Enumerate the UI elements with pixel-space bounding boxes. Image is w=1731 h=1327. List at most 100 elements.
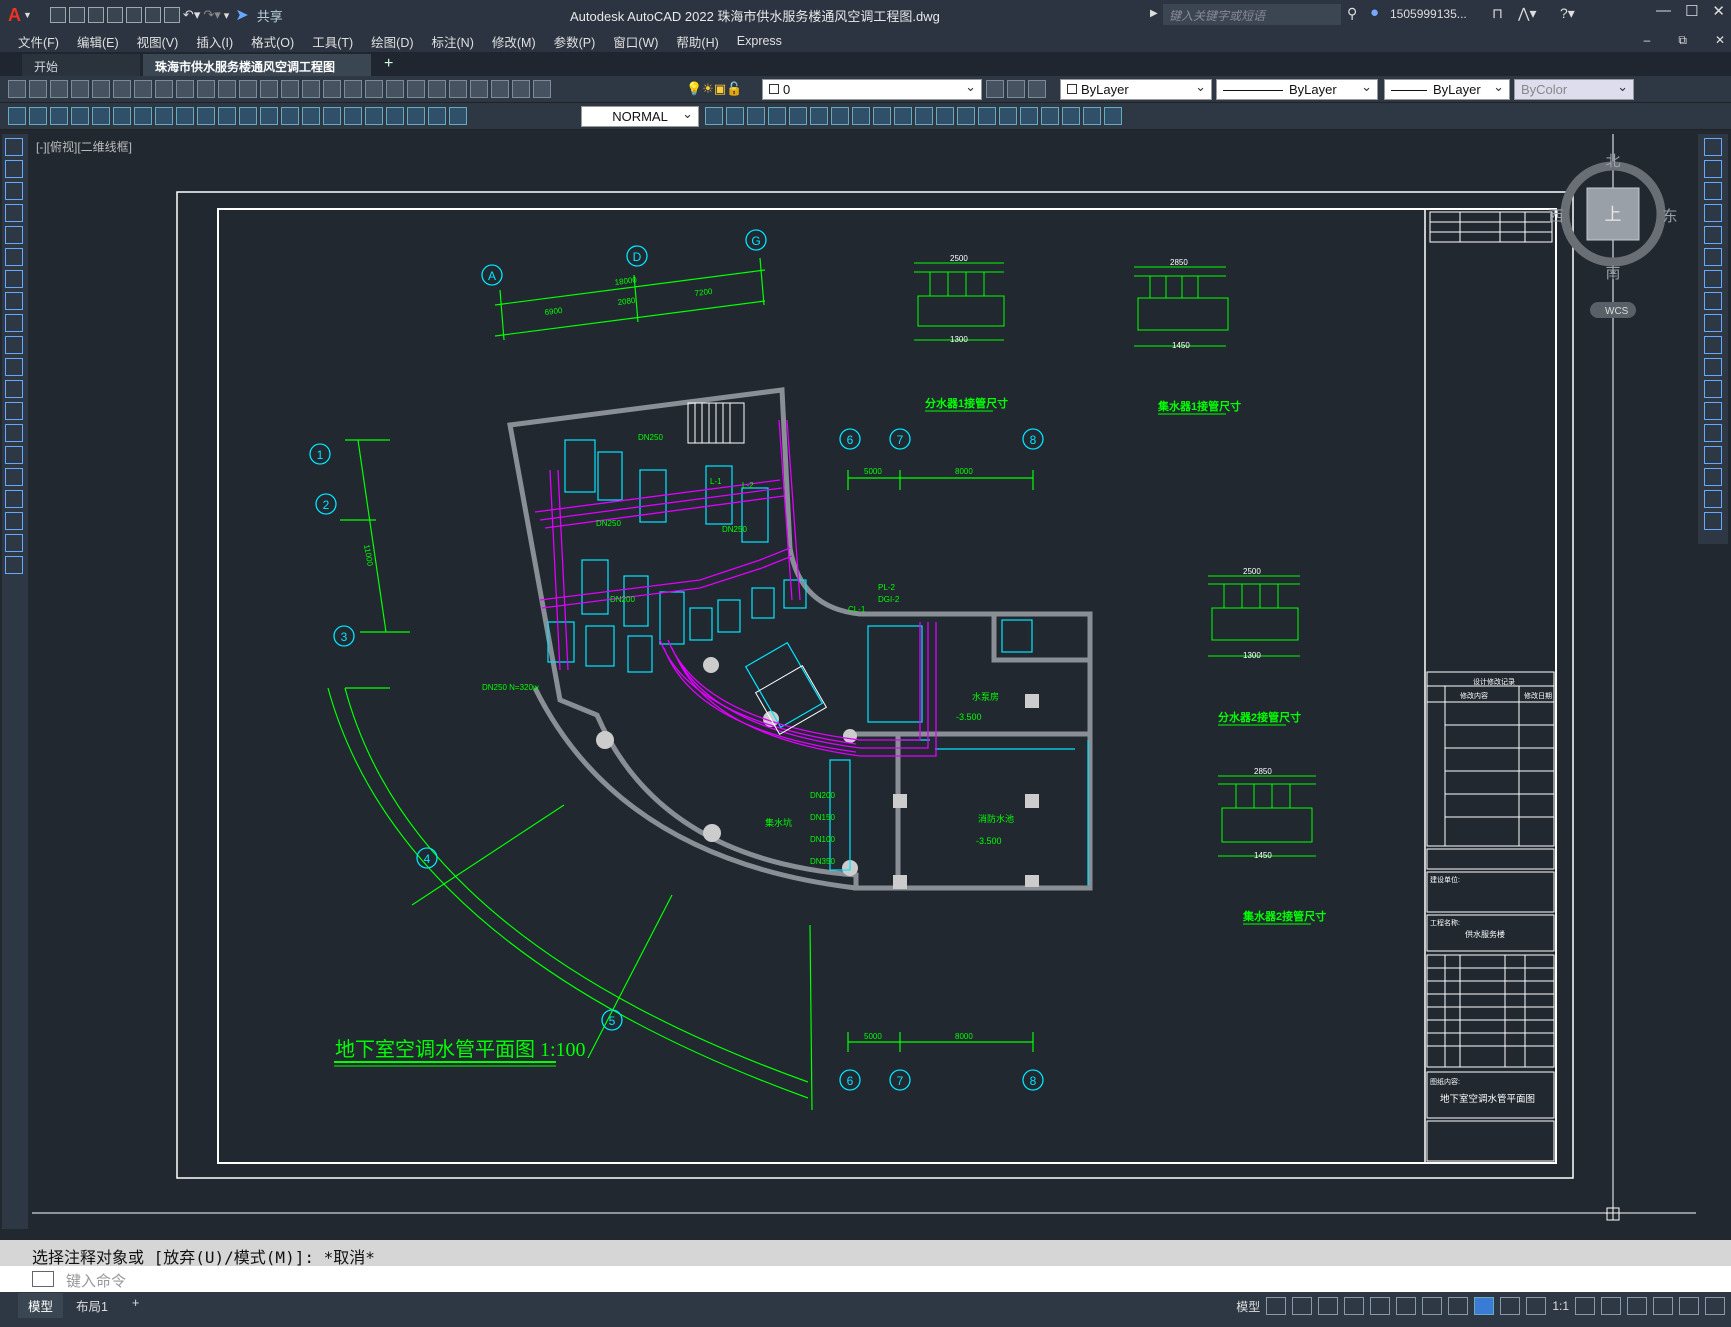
pan-icon[interactable] bbox=[302, 80, 320, 98]
table-icon[interactable] bbox=[5, 512, 23, 530]
dim-baseline-icon[interactable] bbox=[239, 107, 257, 125]
ellipse-arc-icon[interactable] bbox=[5, 358, 23, 376]
auto-scale-icon[interactable] bbox=[1500, 1297, 1521, 1315]
autocad-logo-icon[interactable]: A bbox=[8, 5, 21, 26]
fillet-icon[interactable] bbox=[1020, 107, 1038, 125]
offset-icon[interactable] bbox=[789, 107, 807, 125]
viewcube-north[interactable]: 北 bbox=[1605, 153, 1620, 170]
erase-icon[interactable] bbox=[1704, 138, 1722, 156]
dim-update-icon[interactable] bbox=[8, 107, 26, 125]
plot-icon[interactable] bbox=[163, 7, 180, 23]
mirror-icon[interactable] bbox=[768, 107, 786, 125]
ortho-icon[interactable] bbox=[1318, 1297, 1339, 1315]
isolate-objects-icon[interactable] bbox=[1653, 1297, 1673, 1315]
tolerance-icon[interactable] bbox=[323, 107, 341, 125]
grid-icon[interactable] bbox=[1266, 1297, 1287, 1315]
drawing-canvas[interactable]: 设计修改记录 修改内容 修改日期 建设单位: 工程名称: 供水服务楼 图纸内容:… bbox=[32, 134, 1696, 1234]
jog-line-icon[interactable] bbox=[386, 107, 404, 125]
layer-previous-icon[interactable] bbox=[1007, 80, 1025, 98]
move-icon[interactable] bbox=[831, 107, 849, 125]
ungroup-icon[interactable] bbox=[1104, 107, 1122, 125]
block-editor-icon[interactable] bbox=[239, 80, 257, 98]
make-block-icon[interactable] bbox=[5, 402, 23, 420]
object-snap-tracking-icon[interactable] bbox=[1396, 1297, 1417, 1315]
explode-icon[interactable] bbox=[1041, 107, 1059, 125]
menu-dimension[interactable]: 标注(N) bbox=[432, 32, 474, 51]
lineweight-combo[interactable]: ByLayer bbox=[1384, 79, 1510, 100]
zoom-window-icon[interactable] bbox=[344, 80, 362, 98]
menu-view[interactable]: 视图(V) bbox=[137, 32, 179, 51]
menu-edit[interactable]: 编辑(E) bbox=[77, 32, 119, 51]
dim-angular-icon[interactable] bbox=[197, 107, 215, 125]
new-tab-icon[interactable]: + bbox=[384, 55, 393, 73]
command-line[interactable]: 键入命令 bbox=[0, 1266, 1731, 1292]
offset-icon[interactable] bbox=[1704, 204, 1722, 222]
point-icon[interactable] bbox=[5, 424, 23, 442]
dim-diameter-icon[interactable] bbox=[176, 107, 194, 125]
undo-icon[interactable] bbox=[260, 80, 278, 98]
group-icon[interactable] bbox=[1083, 107, 1101, 125]
explode-icon[interactable] bbox=[1704, 512, 1722, 530]
plotstyle-combo[interactable]: ByColor bbox=[1514, 79, 1634, 100]
fullscreen-icon[interactable] bbox=[1679, 1297, 1699, 1315]
region-icon[interactable] bbox=[5, 490, 23, 508]
break-icon[interactable] bbox=[957, 107, 975, 125]
stretch-icon[interactable] bbox=[894, 107, 912, 125]
scale-icon[interactable] bbox=[1704, 292, 1722, 310]
3dprint-icon[interactable] bbox=[134, 80, 152, 98]
qat-dropdown-icon[interactable]: ▾ bbox=[224, 9, 230, 22]
dim-text-edit-icon[interactable] bbox=[428, 107, 446, 125]
new-icon[interactable] bbox=[8, 80, 26, 98]
sheet-set-icon[interactable] bbox=[449, 80, 467, 98]
a360-icon[interactable]: ⋀▾ bbox=[1518, 5, 1537, 22]
draworder-icon[interactable] bbox=[1062, 107, 1080, 125]
doc-restore-icon[interactable]: ⧉ bbox=[1678, 33, 1687, 48]
plot-preview-icon[interactable] bbox=[92, 80, 110, 98]
viewcube-west[interactable]: 西 bbox=[1548, 208, 1563, 225]
hardware-accel-icon[interactable] bbox=[1627, 1297, 1647, 1315]
dim-edit-icon[interactable] bbox=[407, 107, 425, 125]
construction-line-icon[interactable] bbox=[5, 160, 23, 178]
polygon-icon[interactable] bbox=[5, 204, 23, 222]
redo-icon[interactable] bbox=[281, 80, 299, 98]
chamfer-icon[interactable] bbox=[999, 107, 1017, 125]
break-icon[interactable] bbox=[1704, 402, 1722, 420]
share-button[interactable]: 共享 bbox=[257, 6, 283, 25]
logo-dropdown-icon[interactable]: ▼ bbox=[23, 10, 32, 20]
move-icon[interactable] bbox=[1704, 248, 1722, 266]
open-icon[interactable] bbox=[68, 7, 85, 23]
annotation-scale-value[interactable]: 1:1 bbox=[1552, 1299, 1569, 1313]
center-mark-icon[interactable] bbox=[344, 107, 362, 125]
blend-icon[interactable] bbox=[1704, 490, 1722, 508]
zoom-realtime-icon[interactable] bbox=[323, 80, 341, 98]
zoom-previous-icon[interactable] bbox=[365, 80, 383, 98]
open-web-icon[interactable] bbox=[125, 7, 142, 23]
copy-object-icon[interactable] bbox=[747, 107, 765, 125]
new-icon[interactable] bbox=[49, 7, 66, 23]
trim-icon[interactable] bbox=[915, 107, 933, 125]
annotation-scale-icon[interactable] bbox=[1526, 1297, 1547, 1315]
join-icon[interactable] bbox=[978, 107, 996, 125]
layer-properties-icon[interactable] bbox=[533, 80, 551, 98]
menu-modify[interactable]: 修改(M) bbox=[492, 32, 536, 51]
rotate-icon[interactable] bbox=[1704, 270, 1722, 288]
dim-quick-dim-icon[interactable] bbox=[218, 107, 236, 125]
menu-file[interactable]: 文件(F) bbox=[18, 32, 59, 51]
menu-window[interactable]: 窗口(W) bbox=[613, 32, 658, 51]
trim-icon[interactable] bbox=[1704, 336, 1722, 354]
layer-combo[interactable]: 0 bbox=[762, 79, 982, 100]
dimstyle-combo[interactable]: NORMAL bbox=[581, 106, 699, 127]
tab-add-layout[interactable]: + bbox=[122, 1293, 149, 1313]
array-icon[interactable] bbox=[1704, 226, 1722, 244]
dim-reassoc-icon[interactable] bbox=[449, 107, 467, 125]
publish-icon[interactable] bbox=[113, 80, 131, 98]
annotation-visibility-icon[interactable] bbox=[1474, 1297, 1495, 1315]
properties-icon[interactable] bbox=[386, 80, 404, 98]
gradient-icon[interactable] bbox=[5, 468, 23, 486]
dim-break-icon[interactable] bbox=[302, 107, 320, 125]
dim-aligned-icon[interactable] bbox=[71, 107, 89, 125]
cart-icon[interactable]: ⊓ bbox=[1492, 5, 1503, 22]
help-icon[interactable] bbox=[512, 80, 530, 98]
maximize-icon[interactable]: ☐ bbox=[1685, 2, 1698, 20]
dim-style-icon[interactable] bbox=[705, 107, 723, 125]
